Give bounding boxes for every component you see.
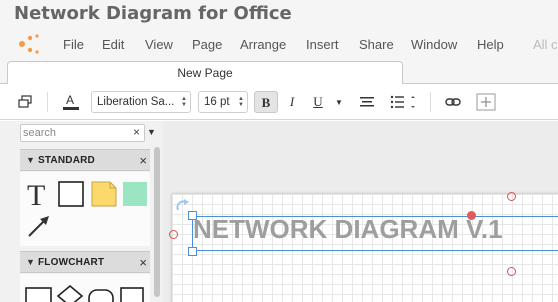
- underline-dropdown-icon[interactable]: ▼: [333, 92, 345, 112]
- menu-arrange[interactable]: Arrange: [240, 37, 286, 52]
- colored-rectangle-shape[interactable]: [123, 182, 147, 206]
- collapse-arrow-icon[interactable]: ▼: [26, 155, 35, 165]
- section-title-flowchart: FLOWCHART: [38, 257, 105, 268]
- section-title-standard: STANDARD: [38, 155, 95, 166]
- collapse-arrow-icon[interactable]: ▼: [26, 257, 35, 267]
- terminator-shape[interactable]: [88, 289, 114, 302]
- title-bar: Network Diagram for Office: [0, 0, 558, 30]
- updown-icon: ▲ ▼: [238, 96, 244, 108]
- list-icon[interactable]: [388, 92, 418, 112]
- section-header-standard[interactable]: ▼ STANDARD ×: [20, 149, 150, 171]
- menu-file[interactable]: File: [63, 37, 84, 52]
- search-options-dropdown-icon[interactable]: ▼: [147, 127, 156, 137]
- diagram-canvas[interactable]: [163, 121, 558, 302]
- rotate-icon[interactable]: [175, 198, 191, 212]
- connection-point-left[interactable]: [169, 230, 178, 239]
- app-logo-icon[interactable]: [18, 34, 40, 54]
- search-input[interactable]: [23, 126, 123, 140]
- font-size-value: 16 pt: [204, 96, 230, 108]
- menu-edit[interactable]: Edit: [102, 37, 124, 52]
- bold-button[interactable]: B: [254, 91, 278, 113]
- svg-text:T: T: [27, 179, 45, 212]
- shape-library-panel: × ▼ ▼ STANDARD × T ▼: [0, 121, 163, 302]
- rectangle-shape[interactable]: [58, 181, 84, 207]
- menu-bar: File Edit View Page Arrange Insert Share…: [0, 30, 558, 58]
- format-toolbar: A Liberation Sa... ▲ ▼ 16 pt ▲ ▼ B I U ▼: [0, 84, 558, 120]
- font-family-select[interactable]: Liberation Sa... ▲ ▼: [91, 91, 191, 113]
- svg-text:A: A: [66, 93, 74, 107]
- toolbar-divider: [430, 92, 431, 112]
- menu-view[interactable]: View: [145, 37, 173, 52]
- sidebar-scrollbar[interactable]: [154, 147, 160, 297]
- menu-help[interactable]: Help: [477, 37, 504, 52]
- menu-all-changes: All c: [533, 37, 558, 52]
- toolbar-divider: [47, 92, 48, 112]
- diagram-title-text[interactable]: NETWORK DIAGRAM V.1: [193, 214, 503, 245]
- align-icon[interactable]: [357, 92, 377, 112]
- connection-point-top[interactable]: [507, 192, 516, 201]
- search-box: ×: [20, 124, 145, 142]
- underline-button[interactable]: U: [306, 91, 330, 113]
- menu-window[interactable]: Window: [411, 37, 457, 52]
- rotation-anchor[interactable]: [467, 211, 476, 220]
- font-size-select[interactable]: 16 pt ▲ ▼: [198, 91, 248, 113]
- app-title: Network Diagram for Office: [14, 3, 292, 24]
- updown-icon: ▲ ▼: [181, 96, 187, 108]
- document-shape[interactable]: [120, 287, 144, 302]
- connection-point-bottom[interactable]: [507, 267, 516, 276]
- text-color-icon[interactable]: A: [60, 92, 82, 112]
- menu-insert[interactable]: Insert: [306, 37, 339, 52]
- close-section-icon[interactable]: ×: [139, 153, 147, 168]
- resize-handle-top-left[interactable]: [188, 211, 197, 220]
- arrow-line-shape[interactable]: [28, 216, 49, 237]
- resize-handle-bottom-left[interactable]: [188, 247, 197, 256]
- close-section-icon[interactable]: ×: [139, 255, 147, 270]
- page-tab-bar: New Page: [0, 58, 558, 85]
- flowchart-shapes: [20, 274, 150, 302]
- process-shape[interactable]: [25, 287, 52, 302]
- menu-share[interactable]: Share: [359, 37, 394, 52]
- link-icon[interactable]: [443, 92, 463, 112]
- font-family-value: Liberation Sa...: [97, 96, 175, 108]
- standard-shapes: T: [20, 172, 150, 246]
- add-icon[interactable]: [475, 92, 497, 112]
- italic-button[interactable]: I: [280, 91, 304, 113]
- menu-page[interactable]: Page: [192, 37, 222, 52]
- text-shape[interactable]: T: [27, 179, 45, 212]
- note-shape[interactable]: [91, 181, 117, 207]
- section-header-flowchart[interactable]: ▼ FLOWCHART ×: [20, 251, 150, 273]
- tab-new-page[interactable]: New Page: [7, 61, 403, 85]
- decision-shape[interactable]: [56, 284, 84, 302]
- clear-search-icon[interactable]: ×: [133, 125, 140, 139]
- format-panel-icon[interactable]: [16, 92, 34, 112]
